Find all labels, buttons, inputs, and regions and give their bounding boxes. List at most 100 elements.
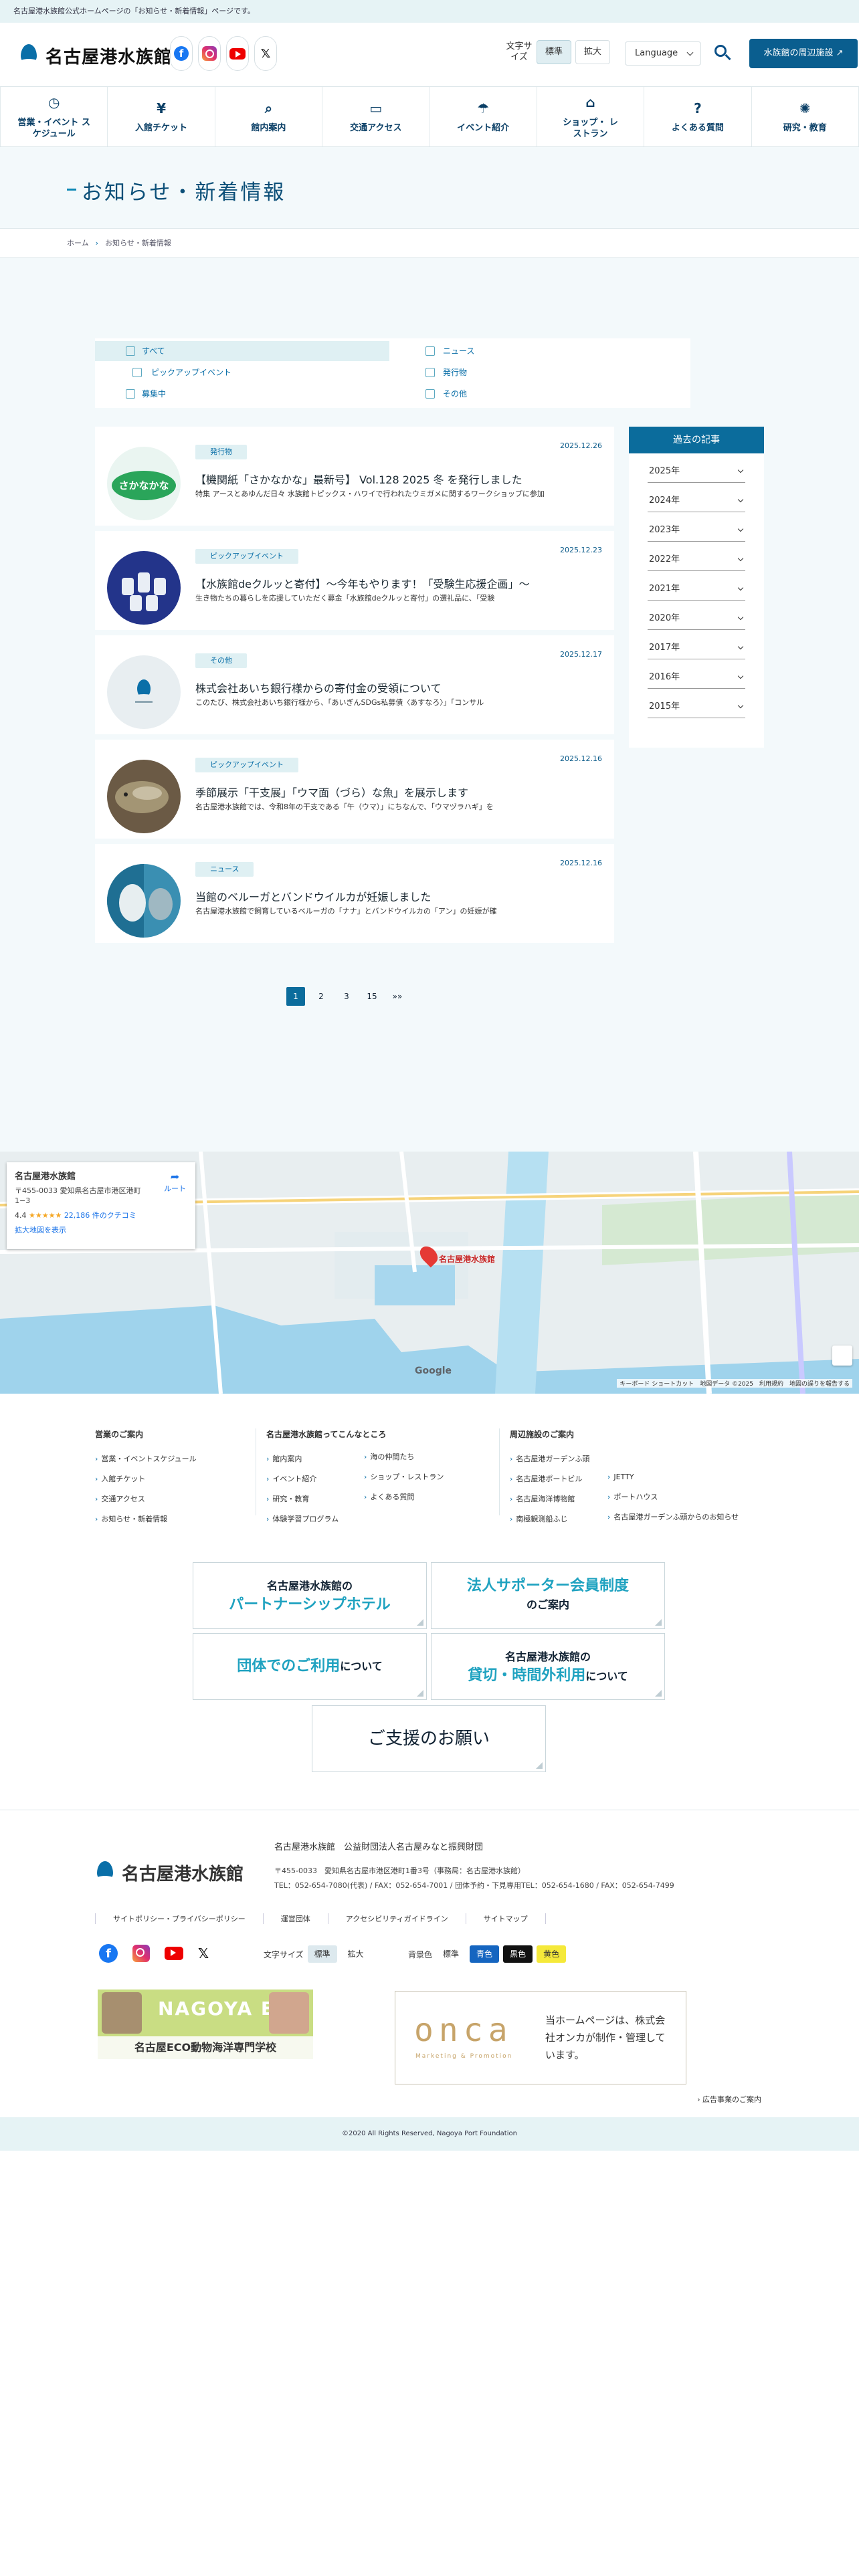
archive-year[interactable]: 2025年 (648, 453, 745, 483)
map-route[interactable]: ➦ ルート (164, 1170, 186, 1194)
gnav-events[interactable]: ☂ イベント紹介 (430, 87, 537, 146)
breadcrumb-home[interactable]: ホーム (67, 239, 89, 247)
page-3[interactable]: 3 (337, 987, 356, 1006)
article-card[interactable]: その他 2025.12.17 株式会社あいち銀行様からの寄付金の受領について こ… (95, 635, 614, 734)
archive-year[interactable]: 2015年 (648, 689, 745, 718)
gnav-ticket[interactable]: ¥ 入館チケット (108, 87, 215, 146)
footer-link[interactable]: 名古屋港ポートビル (510, 1469, 589, 1489)
banner-donation[interactable]: ご支援のお願い (312, 1705, 546, 1772)
archive-year[interactable]: 2024年 (648, 483, 745, 512)
article-card[interactable]: ピックアップイベント 2025.12.16 季節展示「干支展」「ウマ面（づら）な… (95, 740, 614, 839)
site-logo[interactable]: 名古屋港水族館 (19, 39, 172, 72)
map-enlarge-link[interactable]: 拡大地図を表示 (15, 1224, 187, 1235)
footer-link[interactable]: 名古屋港ガーデンふ頭からのお知らせ (607, 1507, 739, 1527)
filter-recruiting[interactable]: 募集中 (95, 384, 389, 404)
filter-label: ピックアップイベント (151, 368, 232, 377)
gnav-access[interactable]: ▭ 交通アクセス (322, 87, 430, 146)
footer-link[interactable]: ポートハウス (607, 1487, 739, 1507)
footer-link[interactable]: よくある質問 (364, 1487, 444, 1507)
gnav-research[interactable]: ✺ 研究・教育 (752, 87, 859, 146)
archive-year[interactable]: 2017年 (648, 630, 745, 659)
archive-year[interactable]: 2021年 (648, 571, 745, 601)
youtube-icon[interactable] (165, 1947, 183, 1960)
font-size-large[interactable]: 拡大 (341, 1945, 371, 1963)
gnav-guide[interactable]: ⌕ 館内案内 (215, 87, 323, 146)
article-card[interactable]: ピックアップイベント 2025.12.23 【水族館deクルッと寄付】～今年もや… (95, 531, 614, 630)
article-thumbnail (107, 551, 181, 625)
article-card[interactable]: ニュース 2025.12.16 当館のベルーガとバンドウイルカが妊娠しました 名… (95, 844, 614, 943)
page-1[interactable]: 1 (286, 987, 305, 1006)
filter-all[interactable]: すべて (95, 341, 389, 361)
footer-policy-link[interactable]: サイトポリシー・プライバシーポリシー (95, 1913, 263, 1924)
font-size-large[interactable]: 拡大 (575, 40, 611, 64)
footer-link[interactable]: 入館チケット (95, 1469, 197, 1489)
youtube-link[interactable] (226, 36, 249, 71)
shop-icon: ⌂ (585, 94, 595, 110)
map-fullscreen-button[interactable] (832, 1346, 852, 1366)
filter-news[interactable]: ニュース (396, 341, 690, 361)
page-2[interactable]: 2 (312, 987, 330, 1006)
footer-link[interactable]: 海の仲間たち (364, 1447, 444, 1467)
font-size-standard[interactable]: 標準 (537, 40, 572, 64)
x-link[interactable]: 𝕏 (254, 36, 277, 71)
banner-group-use[interactable]: 団体でのご利用 について (193, 1633, 427, 1700)
archive-year[interactable]: 2020年 (648, 601, 745, 630)
footer-operator-link[interactable]: 運営団体 (262, 1913, 328, 1924)
article-card[interactable]: さかなかな 発行物 2025.12.26 【機関紙「さかなかな」最新号】 Vol… (95, 427, 614, 526)
filter-pickup[interactable]: ピックアップイベント (95, 362, 389, 383)
footer-link[interactable]: 体験学習プログラム (266, 1509, 386, 1529)
eco-school-banner[interactable]: NAGOYA ECO 名古屋ECO動物海洋専門学校 (98, 1990, 313, 2059)
article-date: 2025.12.26 (560, 441, 602, 450)
footer-link[interactable]: ショップ・レストラン (364, 1467, 444, 1487)
filter-other[interactable]: その他 (396, 384, 690, 404)
footer-link[interactable]: 名古屋海洋博物館 (510, 1489, 589, 1509)
font-size-standard[interactable]: 標準 (307, 1945, 337, 1963)
banner-keyword: 貸切・時間外利用 (468, 1667, 586, 1684)
article-desc: このたび、株式会社あいち銀行様から、「あいぎんSDGs私募債〈あすなろ〉」「コン… (195, 698, 484, 707)
page-last[interactable]: 15 (363, 987, 381, 1006)
onca-banner[interactable]: onca Marketing & Promotion 当ホームページは、株式会社… (395, 1991, 686, 2084)
gnav-shop[interactable]: ⌂ ショップ・ レストラン (537, 87, 645, 146)
bg-yellow[interactable]: 黄色 (537, 1945, 567, 1963)
bg-standard[interactable]: 標準 (436, 1945, 466, 1963)
banner-partnership-hotel[interactable]: 名古屋港水族館の パートナーシップホテル (193, 1562, 427, 1629)
footer-link[interactable]: 営業・イベントスケジュール (95, 1449, 196, 1469)
bg-black[interactable]: 黒色 (503, 1945, 533, 1963)
page-next-icon[interactable]: »» (388, 987, 407, 1006)
map-reviews[interactable]: 22,186 件のクチコミ (64, 1211, 136, 1220)
article-desc: 名古屋港水族館で飼育しているベルーガの「ナナ」とバンドウイルカの「アン」の妊娠が… (195, 907, 497, 916)
archive-year[interactable]: 2016年 (648, 659, 745, 689)
filter-publication[interactable]: 発行物 (396, 362, 690, 383)
language-select[interactable]: Language (625, 41, 701, 66)
article-thumbnail (107, 760, 181, 833)
gnav-schedule[interactable]: ◷ 営業・イベント スケジュール (0, 87, 108, 146)
yen-icon: ¥ (157, 100, 167, 116)
ad-business-link[interactable]: › 広告事業のご案内 (697, 2094, 761, 2105)
footer-link[interactable]: 交通アクセス (95, 1489, 197, 1509)
footer-logo[interactable]: 名古屋港水族館 (95, 1860, 244, 1885)
instagram-icon[interactable] (132, 1945, 150, 1962)
facebook-icon[interactable]: f (99, 1944, 118, 1963)
banner-private-rental[interactable]: 名古屋港水族館の 貸切・時間外利用について (431, 1633, 665, 1700)
font-size-switch: 文字サイズ 標準 拡大 (506, 40, 611, 64)
map-attribution[interactable]: キーボード ショートカット 地図データ ©2025 利用規約 地図の誤りを報告す… (617, 1379, 852, 1388)
instagram-link[interactable] (198, 36, 221, 71)
google-map[interactable]: 名古屋港水族館 名古屋港水族館 〒455-0033 愛知県名古屋市港区港町 1−… (0, 1152, 859, 1394)
footer-sitemap-link[interactable]: サイトマップ (465, 1913, 546, 1924)
footer-link[interactable]: お知らせ・新着情報 (95, 1509, 197, 1529)
footer-accessibility-link[interactable]: アクセシビリティガイドライン (327, 1913, 466, 1924)
footer-link[interactable]: JETTY (607, 1467, 739, 1487)
archive-year[interactable]: 2022年 (648, 542, 745, 571)
footer-link[interactable]: 南極観測船ふじ (510, 1509, 589, 1529)
bg-blue[interactable]: 青色 (470, 1945, 500, 1963)
banner-corporate-supporter[interactable]: 法人サポーター会員制度 のご案内 (431, 1562, 665, 1629)
footer-font-size: 文字サイズ 標準 拡大 (264, 1945, 371, 1963)
archive-year[interactable]: 2023年 (648, 512, 745, 542)
facebook-link[interactable]: f (170, 36, 193, 71)
footer-link[interactable]: 名古屋港ガーデンふ頭 (510, 1449, 589, 1469)
search-button[interactable] (710, 41, 735, 66)
gnav-faq[interactable]: ? よくある質問 (644, 87, 752, 146)
logo-mark-icon (95, 1860, 115, 1885)
nearby-facilities-button[interactable]: 水族館の周辺施設 ↗ (749, 39, 858, 68)
x-icon[interactable]: 𝕏 (198, 1945, 209, 1961)
